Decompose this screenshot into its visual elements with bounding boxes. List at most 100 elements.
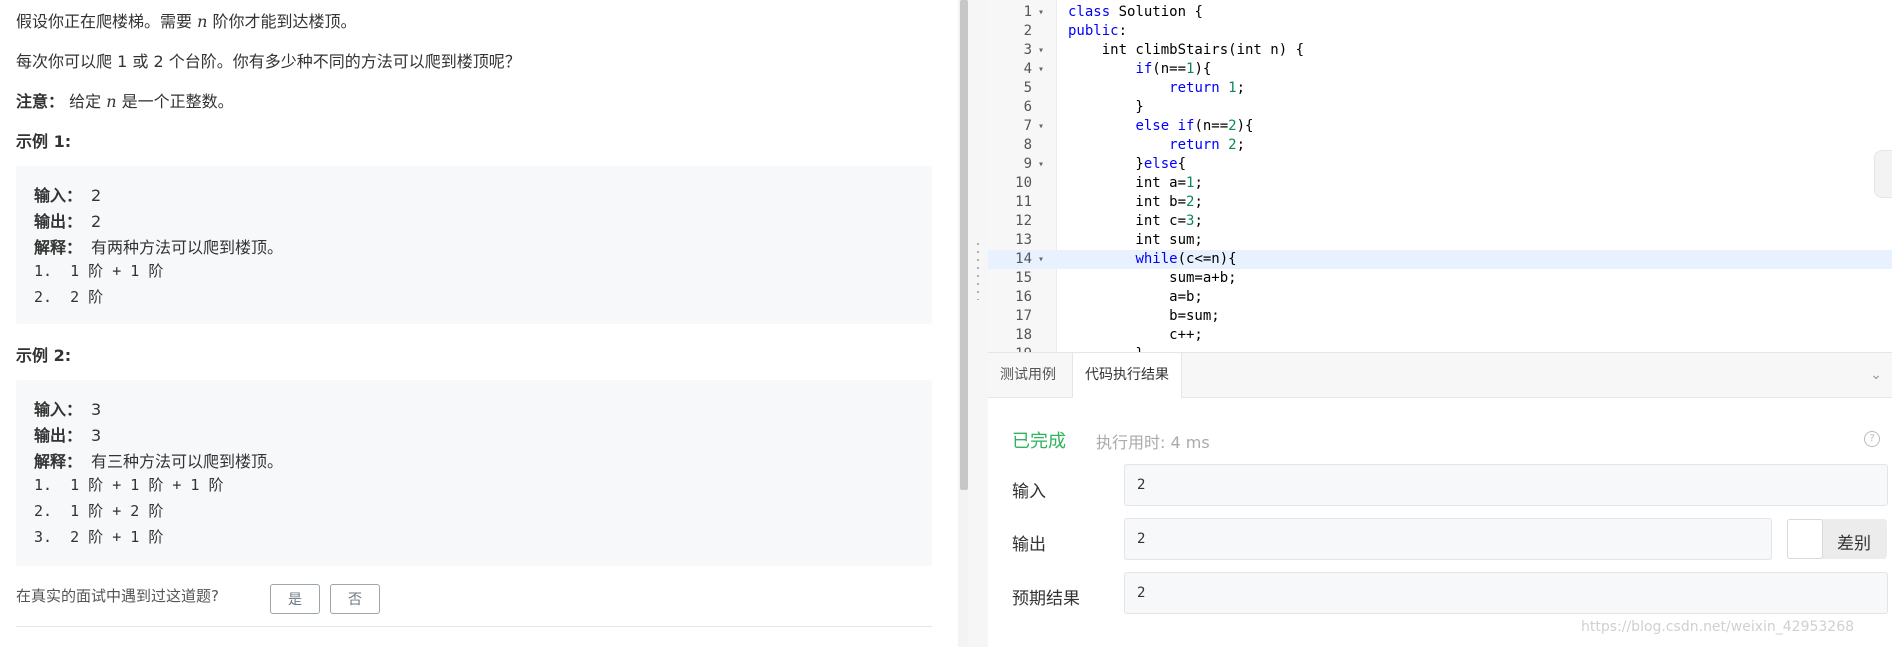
fold-arrow-icon[interactable]: ▾ — [1038, 60, 1044, 79]
line-number: 12 — [1015, 213, 1032, 229]
code-text[interactable]: int sum; — [1068, 231, 1202, 250]
example-2-step-3: 3. 2 阶 + 1 阶 — [34, 528, 164, 546]
line-number: 17 — [1015, 308, 1032, 324]
diff-label: 差别 — [1837, 534, 1871, 554]
example-2-step-1: 1. 1 阶 + 1 阶 + 1 阶 — [34, 476, 224, 494]
output-value: 2 — [91, 212, 102, 231]
code-text[interactable]: int a=1; — [1068, 174, 1202, 193]
code-text[interactable]: if(n==1){ — [1068, 60, 1211, 79]
code-line[interactable]: 9 ▾ }else{ — [988, 155, 1892, 174]
code-line[interactable]: 14 ▾ while(c<=n){ — [988, 250, 1892, 269]
expected-label: 预期结果 — [1012, 589, 1080, 609]
explain-value: 有三种方法可以爬到楼顶。 — [91, 452, 284, 471]
line-number: 19 — [988, 345, 1032, 352]
left-scrollbar-thumb[interactable] — [960, 0, 968, 490]
code-text[interactable]: else if(n==2){ — [1068, 117, 1253, 136]
side-panel-toggle[interactable] — [1874, 150, 1892, 198]
tab-execution-result[interactable]: 代码执行结果 — [1072, 353, 1182, 398]
code-line[interactable]: 11 int b=2; — [988, 193, 1892, 212]
line-number: 3 — [1023, 42, 1032, 58]
expected-value-field: 2 — [1124, 572, 1888, 614]
code-line[interactable]: 2 public: — [988, 22, 1892, 41]
runtime-text: 执行用时: 4 ms — [1096, 433, 1210, 452]
note-label: 注意： — [16, 92, 65, 111]
line-number: 10 — [1015, 175, 1032, 191]
code-text[interactable]: } — [1068, 98, 1143, 117]
code-line[interactable]: 8 return 2; — [988, 136, 1892, 155]
explain-label: 解释： — [34, 238, 83, 257]
fold-arrow-icon[interactable]: ▾ — [1038, 117, 1044, 136]
line-number: 4 — [1023, 61, 1032, 77]
code-text[interactable]: b=sum; — [1068, 307, 1220, 326]
input-label: 输入 — [1012, 482, 1046, 502]
code-line[interactable]: 16 a=b; — [988, 288, 1892, 307]
explain-label: 解释： — [34, 452, 83, 471]
no-button[interactable]: 否 — [330, 584, 380, 614]
problem-question: 每次你可以爬 1 或 2 个台阶。你有多少种不同的方法可以爬到楼顶呢？ — [16, 52, 521, 71]
code-line[interactable]: 3 ▾ int climbStairs(int n) { — [988, 41, 1892, 60]
note-n-var: n — [106, 92, 117, 111]
yes-button[interactable]: 是 — [270, 584, 320, 614]
chevron-down-icon[interactable]: ⌄ — [1870, 367, 1882, 383]
code-text[interactable]: return 2; — [1068, 136, 1245, 155]
line-number: 8 — [1023, 137, 1032, 153]
code-line[interactable]: 1 ▾ class Solution { — [988, 3, 1892, 22]
code-text[interactable]: sum=a+b; — [1068, 269, 1236, 288]
fold-arrow-icon[interactable]: ▾ — [1038, 3, 1044, 22]
code-line[interactable]: 6 } — [988, 98, 1892, 117]
line-number: 13 — [1015, 232, 1032, 248]
example-1-box: 输入： 2 输出： 2 解释： 有两种方法可以爬到楼顶。 1. 1 阶 + 1 … — [16, 166, 932, 324]
code-line[interactable]: 4 ▾ if(n==1){ — [988, 60, 1892, 79]
intro-text: 假设你正在爬楼梯。需要 — [16, 12, 193, 31]
code-line[interactable]: 7 ▾ else if(n==2){ — [988, 117, 1892, 136]
panel-splitter[interactable] — [968, 0, 988, 647]
console-tabbar: 测试用例 代码执行结果 ⌄ — [988, 353, 1892, 398]
example-2-title: 示例 2: — [16, 346, 72, 365]
output-label: 输出： — [34, 426, 83, 445]
note-pre: 给定 — [69, 92, 102, 111]
fold-arrow-icon[interactable]: ▾ — [1038, 155, 1044, 174]
problem-intro: 假设你正在爬楼梯。需要 n 阶你才能到达楼顶。 — [16, 8, 357, 32]
help-icon[interactable]: ? — [1864, 431, 1880, 447]
code-text[interactable]: public: — [1068, 22, 1127, 41]
result-console: 测试用例 代码执行结果 ⌄ 已完成 执行用时: 4 ms ? 输入 2 输出 2… — [988, 352, 1892, 648]
code-text[interactable]: }else{ — [1068, 155, 1186, 174]
example-2-input: 输入： 3 — [34, 396, 101, 420]
code-line[interactable]: 15 sum=a+b; — [988, 269, 1892, 288]
input-value: 3 — [91, 400, 102, 419]
line-number: 18 — [1015, 327, 1032, 343]
output-value-field: 2 — [1124, 518, 1772, 560]
code-line[interactable]: 17 b=sum; — [988, 307, 1892, 326]
code-text[interactable]: int b=2; — [1068, 193, 1202, 212]
intro-tail-text: 阶你才能到达楼顶。 — [212, 12, 357, 31]
example-1-explain: 解释： 有两种方法可以爬到楼顶。 — [34, 234, 283, 258]
code-text[interactable]: return 1; — [1068, 79, 1245, 98]
code-text[interactable]: class Solution { — [1068, 3, 1203, 22]
code-line[interactable]: 5 return 1; — [988, 79, 1892, 98]
code-text[interactable]: int c=3; — [1068, 212, 1202, 231]
code-line[interactable]: 12 int c=3; — [988, 212, 1892, 231]
diff-toggle[interactable] — [1787, 519, 1823, 559]
fold-arrow-icon[interactable]: ▾ — [1038, 41, 1044, 60]
problem-description-panel: 假设你正在爬楼梯。需要 n 阶你才能到达楼顶。 每次你可以爬 1 或 2 个台阶… — [0, 0, 968, 647]
example-1-step-2: 2. 2 阶 — [34, 288, 104, 306]
code-text[interactable]: c++; — [1068, 326, 1203, 345]
line-number: 7 — [1023, 118, 1032, 134]
code-text[interactable]: int climbStairs(int n) { — [1068, 41, 1304, 60]
input-label: 输入： — [34, 186, 83, 205]
code-line[interactable]: 13 int sum; — [988, 231, 1892, 250]
code-text[interactable]: a=b; — [1068, 288, 1203, 307]
line-number: 9 — [1023, 156, 1032, 172]
code-text[interactable]: while(c<=n){ — [1068, 250, 1236, 269]
code-line[interactable]: 10 int a=1; — [988, 174, 1892, 193]
line-number: 2 — [1023, 23, 1032, 39]
code-line[interactable]: 19 } — [988, 345, 1892, 352]
code-text[interactable]: } — [1068, 345, 1143, 352]
splitter-grip-icon[interactable] — [977, 240, 979, 300]
example-1-input: 输入： 2 — [34, 182, 101, 206]
tab-test-cases[interactable]: 测试用例 — [988, 353, 1068, 397]
example-1-output: 输出： 2 — [34, 208, 101, 232]
fold-arrow-icon[interactable]: ▾ — [1038, 250, 1044, 269]
code-editor[interactable]: 1 ▾ class Solution {2 public: 3 ▾ int climbSt… — [988, 0, 1892, 352]
code-line[interactable]: 18 c++; — [988, 326, 1892, 345]
